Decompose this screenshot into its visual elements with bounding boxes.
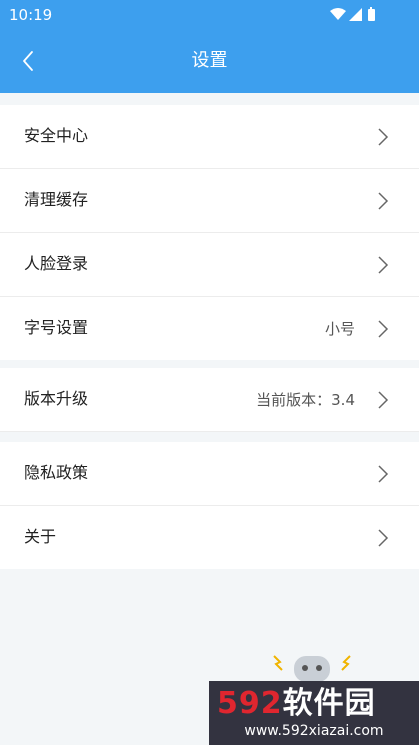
chevron-right-icon bbox=[378, 391, 389, 409]
chevron-right-icon bbox=[378, 128, 389, 146]
settings-item-label: 字号设置 bbox=[24, 318, 89, 337]
settings-item-label: 清理缓存 bbox=[24, 190, 89, 209]
watermark-url: www.592xiazai.com bbox=[244, 723, 384, 739]
watermark-brand-number: 592 bbox=[217, 686, 283, 721]
app-header: 10:19 设置 bbox=[0, 0, 419, 93]
watermark-brand-text: 软件园 bbox=[282, 686, 376, 721]
settings-item-label: 关于 bbox=[24, 527, 57, 546]
chevron-right-icon bbox=[378, 256, 389, 274]
settings-group-about: 隐私政策 关于 bbox=[0, 442, 419, 569]
font-size-value: 小号 bbox=[324, 320, 355, 338]
chevron-right-icon bbox=[378, 192, 389, 210]
settings-item-face-login[interactable]: 人脸登录 bbox=[0, 233, 419, 297]
chevron-right-icon bbox=[378, 465, 389, 483]
settings-item-label: 版本升级 bbox=[24, 389, 89, 408]
settings-item-about[interactable]: 关于 bbox=[0, 506, 419, 569]
watermark-logo: 592软件园 bbox=[217, 687, 376, 721]
current-version-value: 当前版本：3.4 bbox=[256, 391, 355, 409]
settings-item-label: 隐私政策 bbox=[24, 463, 89, 482]
settings-item-privacy-policy[interactable]: 隐私政策 bbox=[0, 442, 419, 506]
signal-icon bbox=[349, 8, 362, 21]
settings-item-font-size[interactable]: 字号设置 小号 bbox=[0, 297, 419, 360]
chevron-right-icon bbox=[378, 320, 389, 338]
wifi-icon bbox=[330, 8, 346, 20]
status-icons bbox=[330, 7, 375, 21]
gamepad-icon bbox=[273, 655, 351, 682]
settings-group-version: 版本升级 当前版本：3.4 bbox=[0, 368, 419, 432]
settings-item-version-upgrade[interactable]: 版本升级 当前版本：3.4 bbox=[0, 368, 419, 432]
battery-icon bbox=[368, 7, 375, 21]
settings-item-label: 安全中心 bbox=[24, 126, 89, 145]
status-time: 10:19 bbox=[9, 6, 53, 24]
settings-item-clear-cache[interactable]: 清理缓存 bbox=[0, 169, 419, 233]
chevron-right-icon bbox=[378, 529, 389, 547]
page-title: 设置 bbox=[191, 50, 228, 71]
settings-item-security-center[interactable]: 安全中心 bbox=[0, 105, 419, 169]
watermark: 592软件园 www.592xiazai.com bbox=[209, 681, 419, 745]
settings-group-security: 安全中心 清理缓存 人脸登录 字号设置 小号 bbox=[0, 105, 419, 360]
settings-item-label: 人脸登录 bbox=[24, 254, 89, 273]
